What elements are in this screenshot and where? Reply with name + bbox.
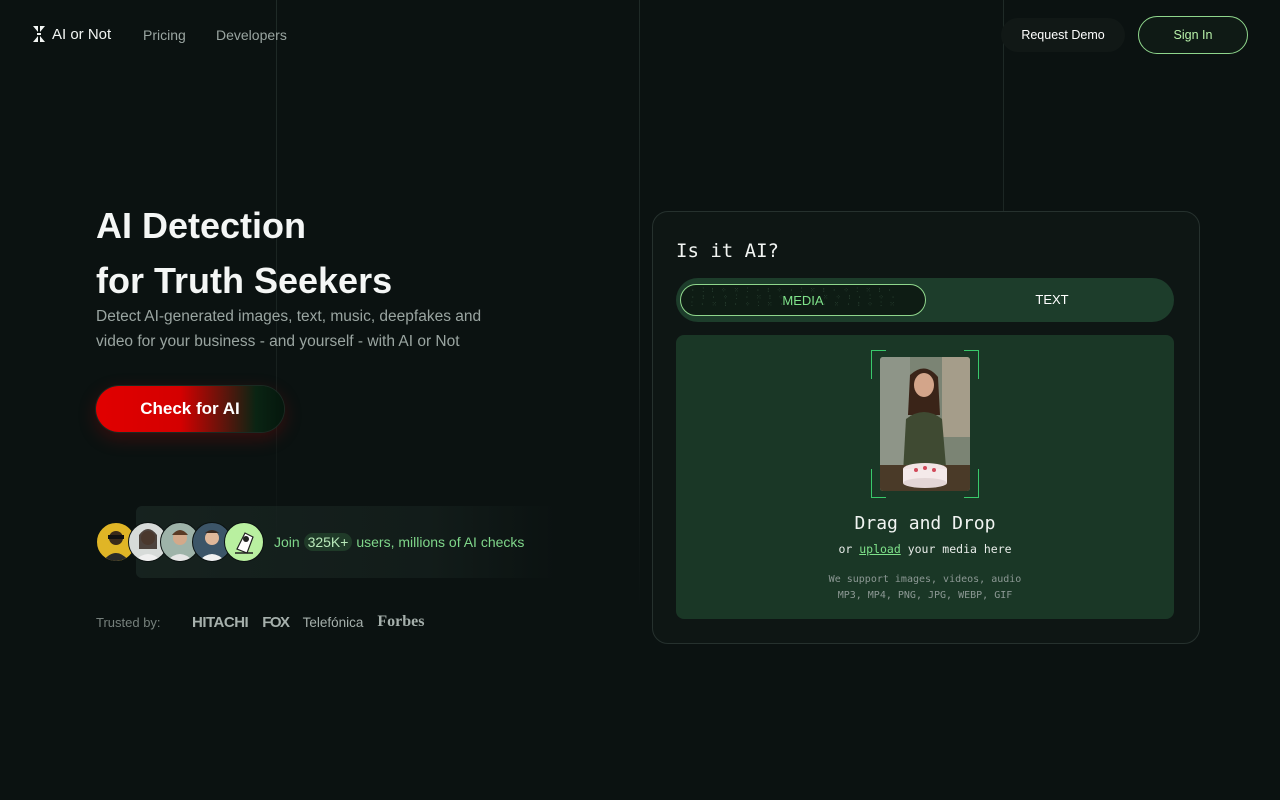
site-header: AI or Not Pricing Developers Request Dem… [0,0,1280,70]
hero-subtitle: Detect AI-generated images, text, music,… [96,308,482,350]
drop-subtitle: or upload your media here [676,542,1174,556]
drop-title: Drag and Drop [854,513,996,534]
decor-line [639,0,640,610]
sample-photo [880,357,970,491]
trusted-by: Trusted by: HITACHI FOX Telefónica Forbe… [96,612,438,632]
hero-title: AI Detection for Truth Seekers [96,198,576,308]
social-proof: Join 325K+ users, millions of AI checks [96,506,556,578]
nav-developers[interactable]: Developers [216,27,287,43]
card-title: Is it AI? [676,240,779,262]
drop-zone[interactable]: Drag and Drop or upload your media here … [676,335,1174,619]
nav-pricing[interactable]: Pricing [143,27,186,43]
logo-text: AI or Not [52,25,112,43]
social-proof-text: Join 325K+ users, millions of AI checks [274,533,525,551]
detector-card: Is it AI? · ⁚ ⁝ ⁘ ⁙ ⁚ · ⁝ ⁘ · ⁚ ⁙ ⁝ · ⁘ … [652,211,1200,644]
brand-fox-logo: FOX [262,613,290,631]
upload-link[interactable]: upload [859,542,901,556]
preview-frame [871,350,979,498]
check-for-ai-button[interactable]: Check for AI [96,386,284,432]
supported-types: We support images, videos, audio [828,574,1022,585]
supported-extensions: MP3, MP4, PNG, JPG, WEBP, GIF [837,590,1013,601]
hero-title-line1: AI Detection [96,205,307,246]
tab-text[interactable]: TEXT [938,284,1166,314]
media-type-tabs: · ⁚ ⁝ ⁘ ⁙ ⁚ · ⁝ ⁘ · ⁚ ⁙ ⁝ · ⁘ ⁚ ⁙ ⁝ · · ⁝… [676,278,1174,322]
avatar-stack [96,522,266,562]
tab-media-label: MEDIA [782,292,824,308]
avatar [224,522,264,562]
brand-telefonica-logo: Telefónica [302,614,364,630]
logo-icon [32,25,46,43]
drop-sub-before: or [838,542,860,556]
brand-forbes-logo: Forbes [377,613,425,630]
trusted-by-label: Trusted by: [96,614,161,630]
sign-in-button[interactable]: Sign In [1138,16,1248,54]
social-text-before: Join [274,534,304,550]
hero-title-line2: for Truth Seekers [96,260,393,301]
brand-hitachi-logo: HITACHI [192,613,249,631]
supported-formats: We support images, videos, audio MP3, MP… [676,572,1174,604]
social-text-after: users, millions of AI checks [352,534,525,550]
request-demo-button[interactable]: Request Demo [1001,18,1125,52]
logo[interactable]: AI or Not [32,25,111,43]
user-count: 325K+ [303,533,353,551]
drop-sub-after: your media here [900,542,1012,556]
tab-media[interactable]: · ⁚ ⁝ ⁘ ⁙ ⁚ · ⁝ ⁘ · ⁚ ⁙ ⁝ · ⁘ ⁚ ⁙ ⁝ · · ⁝… [680,284,926,316]
